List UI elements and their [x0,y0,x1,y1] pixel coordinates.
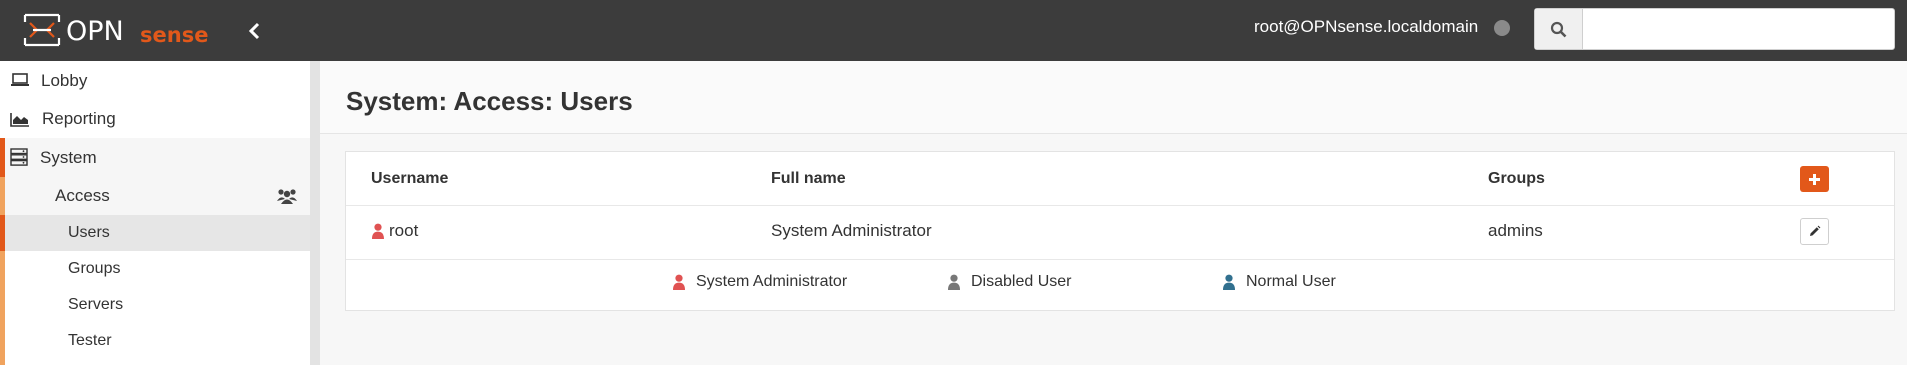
groups-cell: admins [1488,221,1543,240]
section-accent-bar [0,323,5,365]
table-divider [346,205,1894,206]
sidebar-item-reporting[interactable]: Reporting [0,100,310,138]
search-box [1534,8,1895,50]
user-admin-icon [372,223,384,239]
legend-item-normal-user: Normal User [1222,273,1336,291]
plus-icon [1809,173,1820,185]
sidebar-item-label: Servers [68,296,124,313]
chevron-left-icon [248,22,260,40]
section-accent-bar [0,177,5,215]
column-header-username[interactable]: Username [371,170,448,188]
brand-suffix: sense [140,23,208,47]
active-accent-bar [0,138,5,177]
legend-label: Normal User [1246,273,1336,290]
sidebar-scrollbar[interactable] [310,61,320,365]
pencil-icon [1810,225,1821,236]
sidebar-item-servers[interactable]: Servers [0,287,310,323]
legend-label: System Administrator [696,273,848,290]
sidebar-item-users[interactable]: Users [0,215,310,251]
sidebar-item-access[interactable]: Access [0,177,310,215]
search-icon [1535,9,1583,49]
sidebar-item-label: System [40,147,97,167]
sidebar-item-label: Lobby [41,70,88,90]
fullname-cell: System Administrator [771,221,932,240]
user-admin-icon [673,274,685,290]
sidebar-item-groups[interactable]: Groups [0,251,310,287]
active-accent-bar [0,215,5,251]
laptop-icon [10,72,30,88]
user-disabled-icon [948,274,960,290]
user-normal-icon [1223,274,1235,290]
section-accent-bar [0,251,5,287]
collapse-sidebar-button[interactable] [240,17,268,45]
legend-item-disabled-user: Disabled User [947,273,1071,291]
user-label[interactable]: root@OPNsense.localdomain [1254,17,1478,37]
area-chart-icon [10,111,30,127]
users-icon [276,187,298,205]
sidebar-item-label: Access [55,186,110,205]
sidebar-item-system[interactable]: System [0,138,310,177]
page-title: System: Access: Users [346,86,633,116]
sidebar-item-label: Groups [68,260,121,277]
sidebar-item-label: Users [68,224,110,241]
sidebar-item-label: Reporting [42,109,116,128]
sidebar-item-lobby[interactable]: Lobby [0,61,310,100]
edit-user-button[interactable] [1800,218,1829,245]
legend-item-system-administrator: System Administrator [672,273,847,291]
users-table-panel [345,151,1895,311]
search-input[interactable] [1584,9,1894,49]
table-divider [346,259,1894,260]
sidebar-item-label: Tester [68,332,112,349]
section-accent-bar [0,287,5,323]
status-indicator-icon[interactable] [1494,20,1510,36]
opnsense-logo[interactable]: OPN sense [22,10,218,50]
column-header-groups[interactable]: Groups [1488,170,1545,188]
brand-prefix: OPN [66,16,124,47]
sidebar-item-tester[interactable]: Tester [0,323,310,365]
table-row[interactable]: root [371,221,418,241]
column-header-fullname[interactable]: Full name [771,170,846,188]
legend-label: Disabled User [971,273,1072,290]
server-icon [9,148,29,166]
add-user-button[interactable] [1800,166,1829,192]
username-cell: root [389,221,419,240]
